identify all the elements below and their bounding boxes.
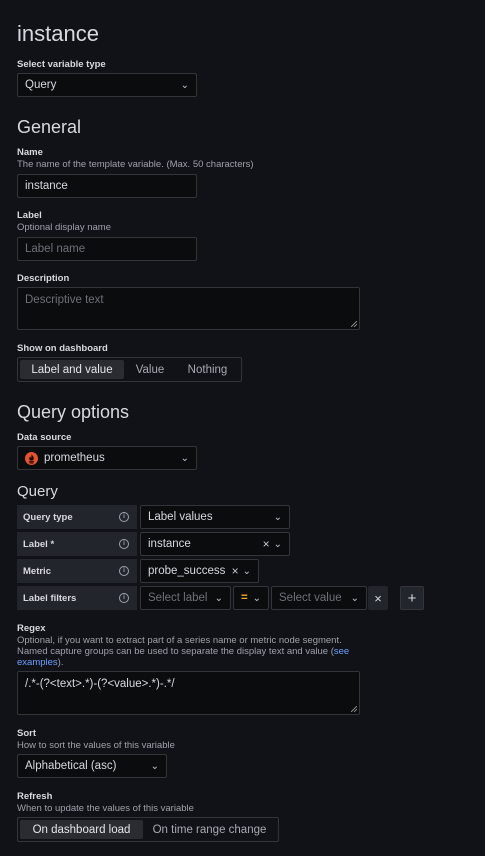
query-type-select[interactable]: Label values ⌄ [140, 505, 290, 529]
regex-description-text: Named capture groups can be used to sepa… [17, 646, 334, 657]
option-label-and-value[interactable]: Label and value [20, 360, 124, 379]
close-icon[interactable]: × [232, 564, 239, 578]
regex-value: /.*-(?<text>.*)-(?<value>.*)-.*/ [25, 678, 175, 690]
label-filters-label-text: Label filters [23, 592, 77, 604]
option-on-time-range-change[interactable]: On time range change [143, 820, 276, 839]
label-input-placeholder: Label name [25, 243, 86, 255]
filter-operator-value: = [241, 592, 248, 604]
name-label: Name [17, 147, 43, 158]
variable-type-select[interactable]: Query ⌄ [17, 73, 197, 97]
regex-textarea[interactable]: /.*-(?<text>.*)-(?<value>.*)-.*/ [17, 671, 360, 715]
query-type-label-text: Query type [23, 511, 73, 523]
chevron-down-icon: ⌄ [273, 511, 282, 523]
chevron-down-icon: ⌄ [150, 760, 159, 772]
regex-description-end: ). [57, 657, 64, 668]
label-row-label-text: Label * [23, 538, 55, 550]
regex-description-line-3: examples). [17, 657, 367, 668]
metric-select-value: probe_success [148, 565, 226, 577]
query-heading: Query [17, 483, 58, 500]
info-icon[interactable]: i [119, 539, 129, 549]
show-on-dashboard-label: Show on dashboard [17, 343, 108, 354]
filter-operator-select[interactable]: = ⌄ [233, 586, 269, 610]
refresh-toggle[interactable]: On dashboard load On time range change [17, 817, 279, 842]
close-icon: × [374, 590, 382, 606]
chevron-down-icon: ⌄ [214, 592, 223, 604]
option-value[interactable]: Value [124, 360, 176, 379]
filter-label-placeholder: Select label [148, 592, 208, 604]
see-examples-link[interactable]: see [334, 646, 349, 657]
label-filters-label: Label filters i [17, 586, 137, 610]
option-nothing[interactable]: Nothing [176, 360, 239, 379]
data-source-value: prometheus [44, 452, 105, 464]
show-on-dashboard-toggle[interactable]: Label and value Value Nothing [17, 357, 242, 382]
plus-icon: + [407, 589, 417, 607]
add-filter-button[interactable]: + [400, 586, 424, 610]
variable-type-label: Select variable type [17, 59, 106, 70]
sort-select[interactable]: Alphabetical (asc) ⌄ [17, 754, 167, 778]
filter-label-select[interactable]: Select label ⌄ [140, 586, 231, 610]
label-description: Optional display name [17, 222, 111, 233]
label-select[interactable]: instance × ⌄ [140, 532, 290, 556]
metric-label: Metric i [17, 559, 137, 583]
data-source-picker[interactable]: prometheus ⌄ [17, 446, 197, 470]
info-icon[interactable]: i [119, 512, 129, 522]
chevron-down-icon: ⌄ [273, 538, 282, 550]
variable-type-value: Query [25, 79, 57, 91]
label-input[interactable]: Label name [17, 237, 197, 261]
regex-description: Optional, if you want to extract part of… [17, 635, 367, 668]
chevron-down-icon: ⌄ [180, 79, 189, 91]
sort-value: Alphabetical (asc) [25, 760, 117, 772]
label-select-value: instance [148, 538, 191, 550]
sort-label: Sort [17, 728, 36, 739]
chevron-down-icon: ⌄ [242, 565, 251, 577]
examples-link[interactable]: examples [17, 657, 58, 668]
resize-handle-icon[interactable] [351, 321, 357, 327]
regex-description-line-2: Named capture groups can be used to sepa… [17, 646, 367, 657]
label-row-label: Label * i [17, 532, 137, 556]
label-label: Label [17, 210, 42, 221]
description-textarea[interactable]: Descriptive text [17, 287, 360, 330]
metric-label-text: Metric [23, 565, 51, 577]
refresh-description: When to update the values of this variab… [17, 803, 194, 814]
option-on-dashboard-load[interactable]: On dashboard load [20, 820, 143, 839]
filter-value-select[interactable]: Select value ⌄ [271, 586, 367, 610]
query-type-label: Query type i [17, 505, 137, 529]
page-title: instance [17, 21, 99, 46]
data-source-label: Data source [17, 432, 72, 443]
name-input-value: instance [25, 180, 68, 192]
info-icon[interactable]: i [119, 566, 129, 576]
info-icon[interactable]: i [119, 593, 129, 603]
filter-value-placeholder: Select value [279, 592, 342, 604]
chevron-down-icon: ⌄ [350, 592, 359, 604]
chevron-down-icon: ⌄ [252, 592, 261, 604]
remove-filter-button[interactable]: × [368, 586, 388, 610]
description-placeholder: Descriptive text [25, 294, 104, 306]
general-heading: General [17, 117, 82, 137]
name-input[interactable]: instance [17, 174, 197, 198]
query-options-heading: Query options [17, 402, 130, 422]
refresh-label: Refresh [17, 791, 53, 802]
regex-label: Regex [17, 623, 46, 634]
name-description: The name of the template variable. (Max.… [17, 159, 254, 170]
query-type-value: Label values [148, 511, 213, 523]
regex-description-line-1: Optional, if you want to extract part of… [17, 635, 342, 646]
chevron-down-icon: ⌄ [180, 452, 189, 464]
resize-handle-icon[interactable] [351, 706, 357, 712]
description-label: Description [17, 273, 70, 284]
metric-select[interactable]: probe_success × ⌄ [140, 559, 259, 583]
close-icon[interactable]: × [263, 537, 270, 551]
sort-description: How to sort the values of this variable [17, 740, 175, 751]
prometheus-logo-icon [25, 451, 38, 465]
